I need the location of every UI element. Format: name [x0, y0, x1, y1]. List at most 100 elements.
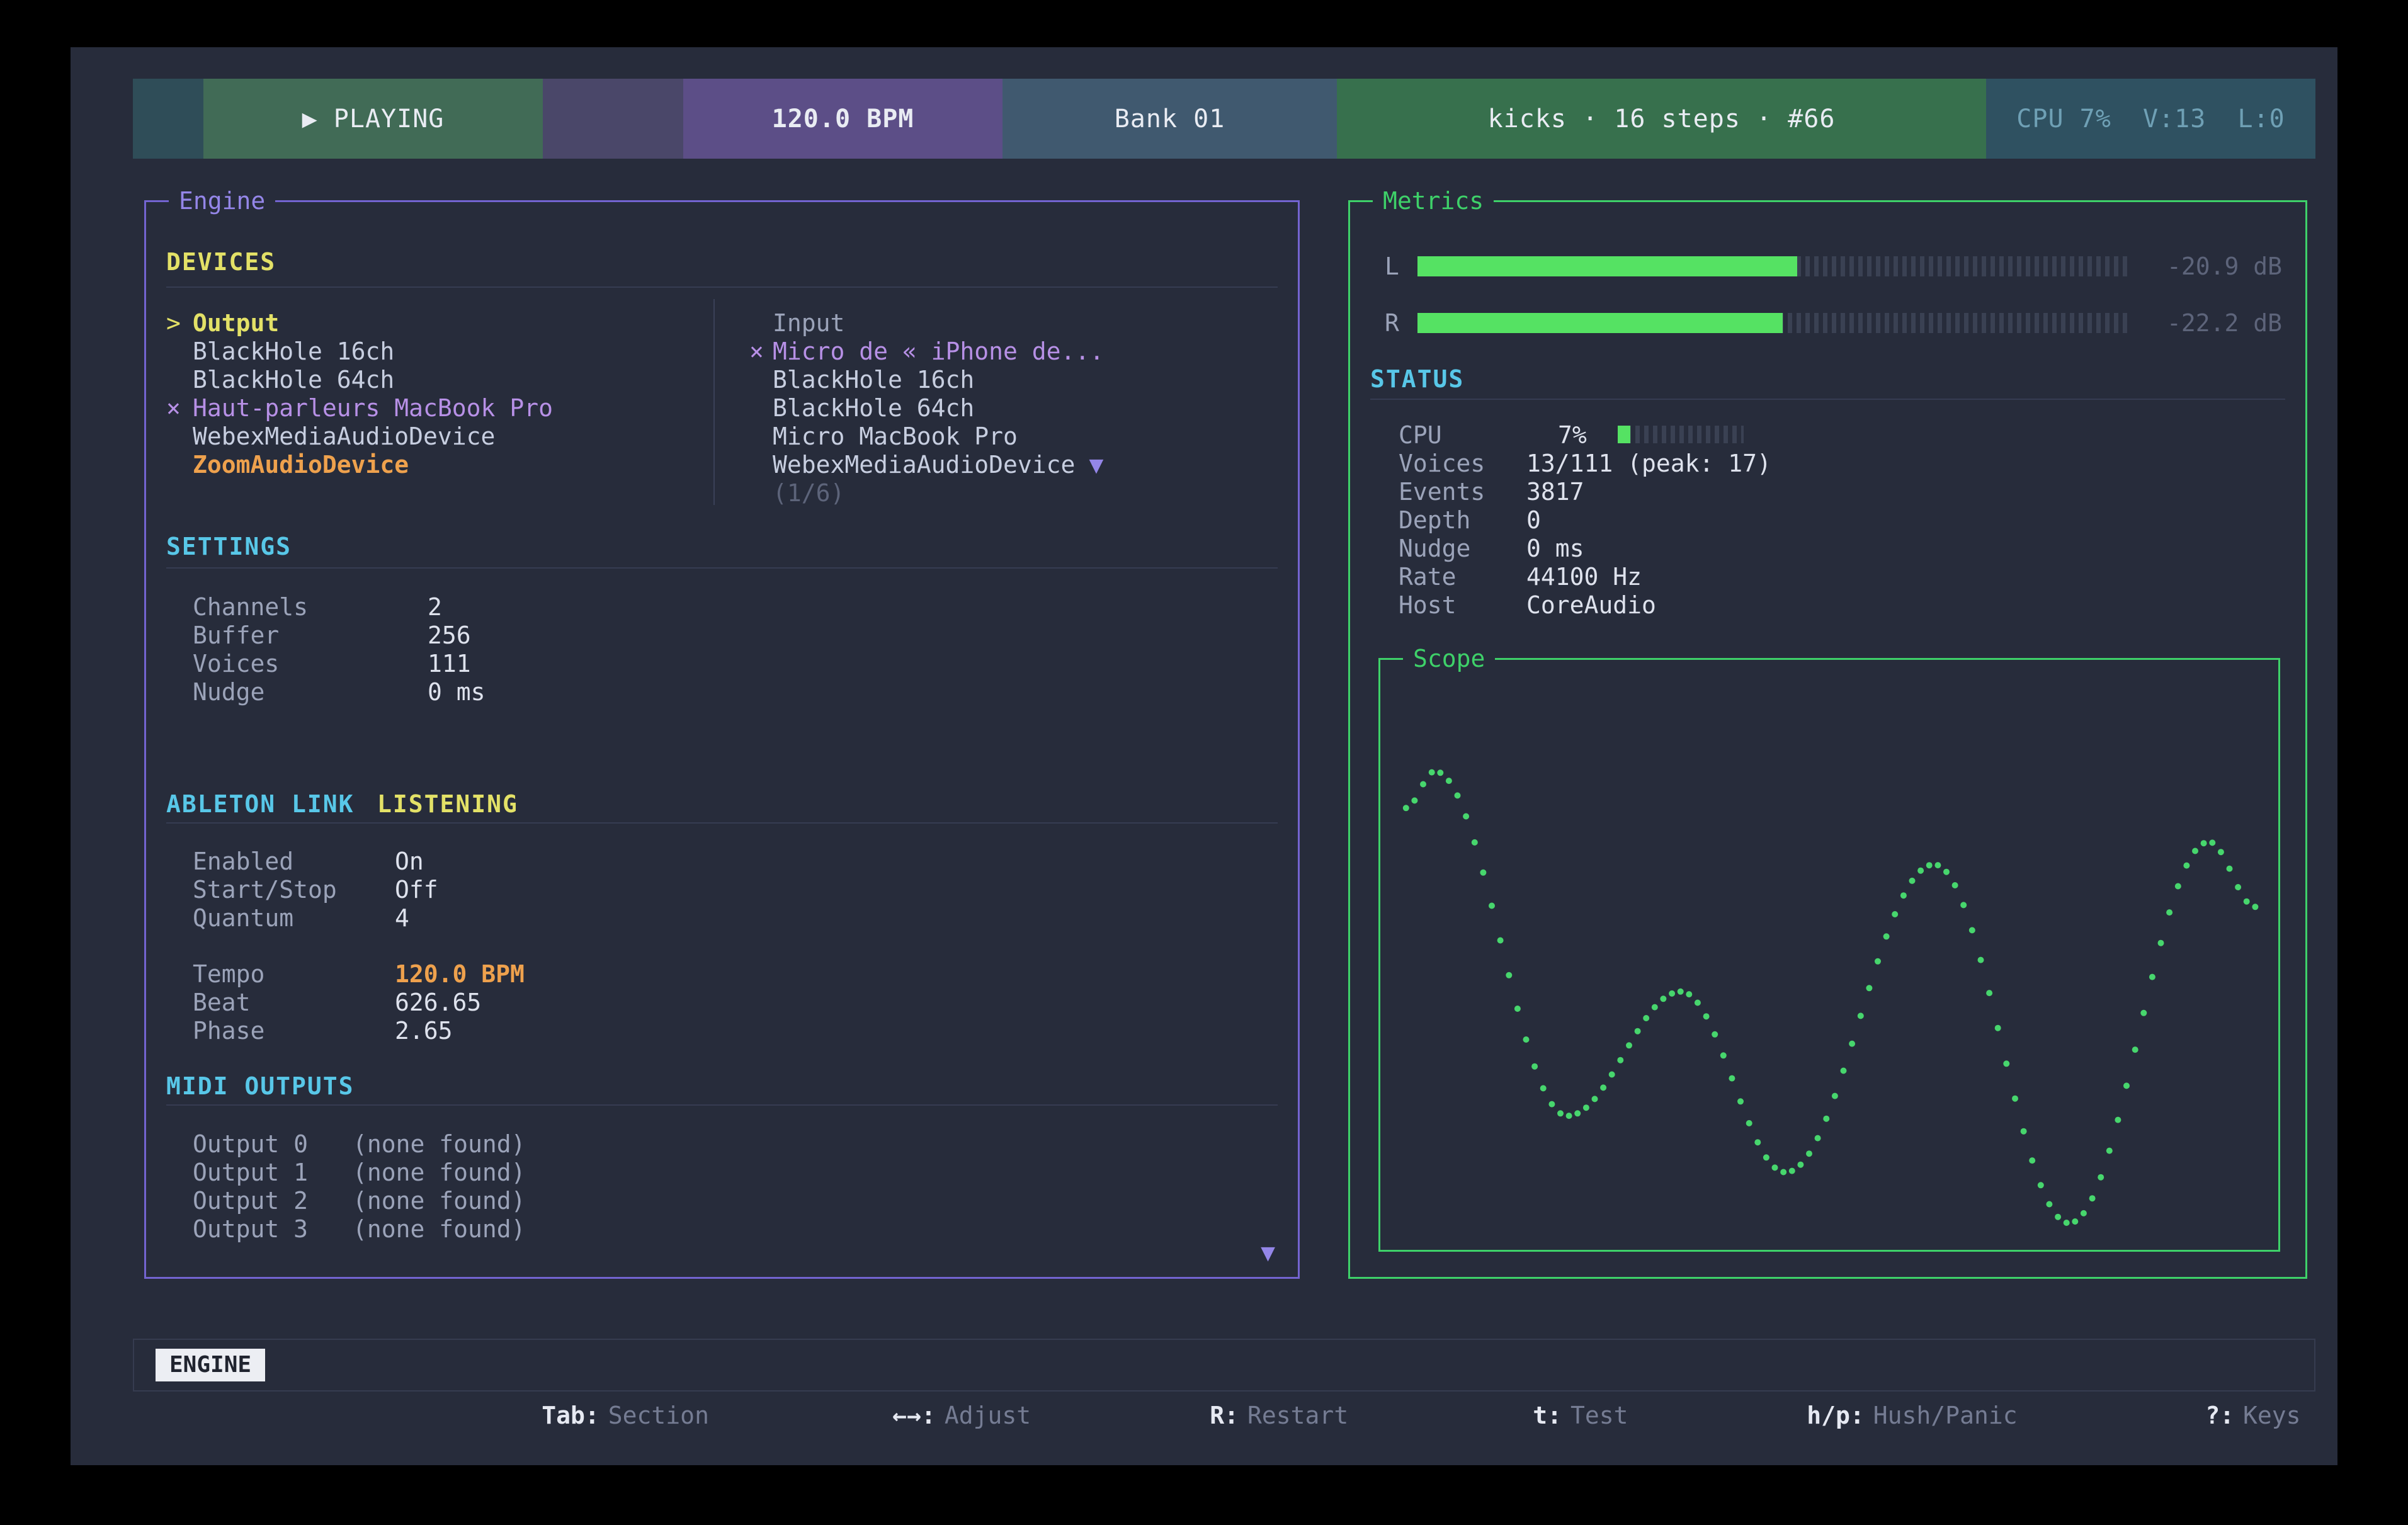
output-device-item[interactable]: BlackHole 64ch: [193, 365, 394, 394]
meter-l-track: [1417, 256, 2128, 276]
output-device-item[interactable]: WebexMediaAudioDevice: [193, 422, 495, 451]
midi-output-label: Output 3: [193, 1215, 308, 1244]
metrics-panel: Metrics L -20.9 dB R -22.2 dB STATUS CPU…: [1348, 200, 2307, 1279]
transport-bar: ▶ PLAYING 120.0 BPM Bank 01 kicks · 16 s…: [133, 79, 2315, 159]
engine-panel: Engine DEVICES > Output BlackHole 16ch B…: [144, 200, 1300, 1279]
meter-r-label: R: [1385, 309, 1399, 337]
setting-label: Nudge: [193, 677, 264, 706]
scroll-down-icon[interactable]: ▼: [1261, 1238, 1275, 1267]
midi-output-value: (none found): [353, 1186, 526, 1215]
hint-key: h/p:: [1807, 1402, 1865, 1429]
tempo-value[interactable]: 120.0 BPM: [395, 960, 525, 989]
meter-l-fill: [1417, 256, 1797, 276]
beat-value: 626.65: [395, 988, 481, 1017]
input-device-item-selected[interactable]: Micro de « iPhone de...: [773, 337, 1104, 366]
link-value[interactable]: Off: [395, 875, 438, 904]
setting-value[interactable]: 111: [428, 649, 471, 678]
meter-r-fill: [1417, 313, 1783, 333]
status-label: Depth: [1399, 506, 1470, 535]
midi-outputs-header: MIDI OUTPUTS: [166, 1072, 355, 1101]
devices-header: DEVICES: [166, 247, 276, 276]
divider: [166, 822, 1278, 824]
status-label: Voices: [1399, 449, 1485, 478]
status-value: 0 ms: [1526, 534, 1584, 563]
hint-label: Test: [1570, 1402, 1628, 1429]
beat-label: Beat: [193, 988, 251, 1017]
pattern-segment[interactable]: kicks · 16 steps · #66: [1337, 79, 1986, 159]
setting-value[interactable]: 2: [428, 592, 442, 621]
setting-label: Voices: [193, 649, 279, 678]
status-header: STATUS: [1370, 365, 1464, 394]
status-label: Nudge: [1399, 534, 1470, 563]
scope-panel: Scope: [1378, 658, 2280, 1252]
hint-key: R:: [1210, 1402, 1239, 1429]
meter-l-label: L: [1385, 252, 1399, 281]
midi-output-label: Output 0: [193, 1130, 308, 1159]
hint-key: t:: [1533, 1402, 1562, 1429]
status-value: 3817: [1526, 477, 1584, 506]
hint-key: Tab:: [542, 1402, 599, 1429]
hint-label: Restart: [1247, 1402, 1348, 1429]
input-device-item[interactable]: WebexMediaAudioDevice ▼: [773, 450, 1103, 479]
cpu-mini-bar-track: [1618, 426, 1744, 443]
bank-segment[interactable]: Bank 01: [1002, 79, 1337, 159]
input-device-item[interactable]: Micro MacBook Pro: [773, 422, 1018, 451]
setting-value[interactable]: 0 ms: [428, 677, 486, 706]
transport-status-label: ▶ PLAYING: [302, 105, 445, 133]
output-device-item-selected[interactable]: Haut-parleurs MacBook Pro: [193, 394, 553, 422]
hint-label: Adjust: [945, 1402, 1031, 1429]
link-value[interactable]: On: [395, 847, 424, 876]
link-label: Quantum: [193, 904, 293, 933]
input-device-item-label: WebexMediaAudioDevice: [773, 451, 1075, 479]
status-label: Rate: [1399, 562, 1457, 591]
status-value-cpu: 7%: [1558, 421, 1587, 450]
phase-label: Phase: [193, 1016, 264, 1045]
status-value: 0: [1526, 506, 1541, 535]
hint-key: ?:: [2205, 1402, 2234, 1429]
status-label: Events: [1399, 477, 1485, 506]
status-label: CPU: [1399, 421, 1442, 450]
scope-title: Scope: [1403, 642, 1495, 675]
scope-dots-svg: [1393, 672, 2266, 1237]
divider: [1370, 399, 2285, 400]
input-device-item[interactable]: BlackHole 16ch: [773, 365, 974, 394]
system-stats-label: CPU 7% V:13 L:0: [2016, 105, 2285, 133]
divider: [166, 567, 1278, 569]
selected-device-x-icon: ×: [166, 394, 181, 422]
link-label: Enabled: [193, 847, 293, 876]
hint-label: Section: [608, 1402, 709, 1429]
midi-output-value: (none found): [353, 1130, 526, 1159]
hint-tab: Tab:Section: [455, 1340, 709, 1390]
status-value: CoreAudio: [1526, 591, 1656, 620]
status-value: 13/111 (peak: 17): [1526, 449, 1771, 478]
hint-keys: ?:Keys: [2119, 1340, 2301, 1390]
midi-output-label: Output 1: [193, 1158, 308, 1187]
input-pager: (1/6): [773, 479, 844, 507]
input-column-header[interactable]: Input: [773, 309, 844, 337]
bpm-label: 120.0 BPM: [772, 105, 914, 133]
setting-value[interactable]: 256: [428, 621, 471, 650]
dropdown-more-icon[interactable]: ▼: [1089, 451, 1103, 479]
setting-label: Buffer: [193, 621, 279, 650]
phase-value: 2.65: [395, 1016, 453, 1045]
output-device-item[interactable]: BlackHole 16ch: [193, 337, 394, 366]
hint-hush-panic: h/p:Hush/Panic: [1720, 1340, 2018, 1390]
input-device-item[interactable]: BlackHole 64ch: [773, 394, 974, 422]
setting-label: Channels: [193, 592, 308, 621]
output-column-header[interactable]: Output: [193, 309, 279, 337]
meter-r-value: -22.2 dB: [2167, 309, 2282, 337]
settings-header: SETTINGS: [166, 532, 292, 561]
link-value[interactable]: 4: [395, 904, 409, 933]
system-stats-segment: CPU 7% V:13 L:0: [1986, 79, 2315, 159]
bpm-segment[interactable]: 120.0 BPM: [683, 79, 1002, 159]
selected-device-x-icon: ×: [749, 337, 764, 366]
transport-status-segment[interactable]: ▶ PLAYING: [203, 79, 543, 159]
divider: [166, 1104, 1278, 1106]
mode-badge: ENGINE: [156, 1349, 265, 1381]
hint-test: t:Test: [1446, 1340, 1628, 1390]
link-listening-badge: LISTENING: [377, 790, 518, 819]
divider: [166, 286, 1278, 288]
output-device-item-highlight[interactable]: ZoomAudioDevice: [193, 450, 409, 479]
hint-adjust: ←→:Adjust: [806, 1340, 1031, 1390]
topbar-left-cap: [133, 79, 203, 159]
